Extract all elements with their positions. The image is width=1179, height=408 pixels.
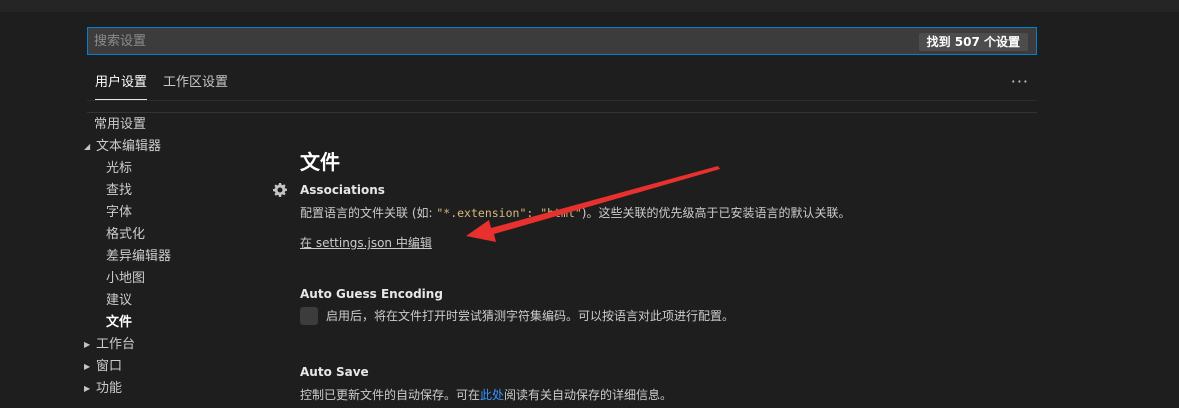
toc-item-label: 常用设置 [94, 117, 147, 132]
toc-item-label: 工作台 [96, 337, 136, 352]
desc-text: 阅读有关自动保存的详细信息。 [504, 388, 673, 402]
toc-item-find[interactable]: 查找 [106, 180, 132, 202]
toc-item-cursor[interactable]: 光标 [106, 158, 132, 180]
gear-icon[interactable] [272, 182, 288, 198]
section-title: 文件 [300, 150, 340, 174]
setting-title-auto-save: Auto Save [300, 365, 369, 379]
desc-text: )。这些关联的优先级高于已安装语言的默认关联。 [581, 206, 851, 220]
tab-workspace-settings[interactable]: 工作区设置 [163, 74, 228, 100]
code-snippet: "*.extension": "html" [436, 206, 582, 220]
settings-search-input[interactable] [88, 28, 908, 54]
toc-item-diff-editor[interactable]: 差异编辑器 [106, 246, 171, 268]
desc-text: 控制已更新文件的自动保存。可在 [300, 388, 481, 402]
settings-search-box[interactable]: 找到 507 个设置 [87, 27, 1037, 55]
auto-save-info-link[interactable]: 此处 [480, 388, 504, 402]
desc-text: 配置语言的文件关联 (如: [300, 206, 437, 220]
collapsed-chevron-icon: ▶ [84, 340, 91, 349]
toc-item-common[interactable]: 常用设置 [94, 114, 146, 136]
toc-item-label: 窗口 [96, 359, 123, 374]
settings-scope-tabs: 用户设置 工作区设置 ··· [87, 70, 1037, 101]
toc-item-label: 文件 [106, 315, 133, 330]
toc-item-label: 光标 [106, 161, 133, 176]
settings-toc: 常用设置 ◢ 文本编辑器 光标 查找 字体 格式化 差异编辑器 小地图 建议 文件… [80, 114, 260, 408]
toc-item-features[interactable]: ▶ 功能 [84, 378, 122, 400]
toc-item-label: 建议 [106, 293, 133, 308]
tab-user-settings[interactable]: 用户设置 [95, 74, 148, 100]
toc-item-label: 文本编辑器 [96, 139, 162, 154]
toc-item-label: 字体 [106, 205, 133, 220]
collapsed-chevron-icon: ▶ [84, 362, 91, 371]
toc-item-font[interactable]: 字体 [106, 202, 132, 224]
auto-guess-encoding-label: 启用后，将在文件打开时尝试猜测字符集编码。可以按语言对此项进行配置。 [326, 309, 735, 323]
setting-desc-associations: 配置语言的文件关联 (如: "*.extension": "html")。这些关… [300, 204, 850, 221]
toc-item-label: 差异编辑器 [106, 249, 172, 264]
collapsed-chevron-icon: ▶ [84, 384, 91, 393]
more-actions-icon[interactable]: ··· [1011, 72, 1029, 91]
setting-title-associations: Associations [300, 183, 385, 197]
search-result-count: 找到 507 个设置 [918, 33, 1028, 51]
toc-item-minimap[interactable]: 小地图 [106, 268, 145, 290]
toc-item-label: 查找 [106, 183, 133, 198]
toc-item-label: 小地图 [106, 271, 146, 286]
toc-item-text-editor[interactable]: ◢ 文本编辑器 [84, 136, 161, 158]
tabs-divider [87, 112, 1037, 113]
toc-item-formatting[interactable]: 格式化 [106, 224, 145, 246]
toc-item-window[interactable]: ▶ 窗口 [84, 356, 122, 378]
auto-guess-encoding-checkbox[interactable] [300, 307, 318, 325]
toc-item-workbench[interactable]: ▶ 工作台 [84, 334, 135, 356]
edit-in-settings-json-link[interactable]: 在 settings.json 中编辑 [300, 234, 432, 251]
expanded-chevron-icon: ◢ [84, 142, 91, 151]
setting-desc-auto-save: 控制已更新文件的自动保存。可在此处阅读有关自动保存的详细信息。 [300, 386, 672, 403]
toc-item-files[interactable]: 文件 [106, 312, 132, 334]
toc-item-label: 格式化 [106, 227, 146, 242]
setting-title-auto-guess-encoding: Auto Guess Encoding [300, 287, 443, 301]
toc-item-label: 功能 [96, 381, 123, 396]
settings-content: 文件 Associations 配置语言的文件关联 (如: "*.extensi… [270, 114, 1050, 408]
window-top-bar [0, 0, 1179, 12]
toc-item-suggestions[interactable]: 建议 [106, 290, 132, 312]
